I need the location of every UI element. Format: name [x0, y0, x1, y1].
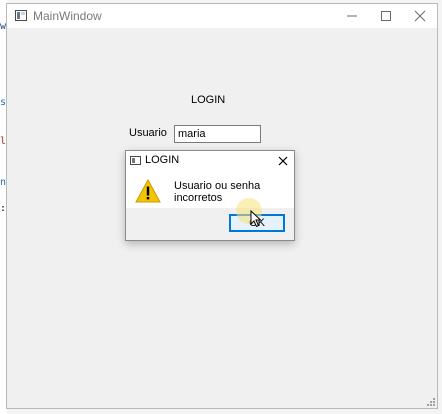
login-heading: LOGIN [191, 94, 226, 106]
warning-icon [135, 179, 161, 203]
dialog-window-icon [130, 156, 141, 165]
maximize-icon [381, 11, 391, 21]
dialog-close-button[interactable] [274, 151, 292, 170]
dialog-message: Usuario ou senha incorretos [174, 180, 261, 204]
close-icon [278, 156, 288, 166]
close-icon [414, 10, 426, 22]
usuario-input[interactable] [174, 125, 261, 143]
window-title: MainWindow [33, 9, 102, 23]
dialog-title: LOGIN [145, 154, 180, 166]
dialog-button-bar: OK [126, 208, 294, 240]
app-window-icon [15, 10, 27, 21]
error-dialog: LOGIN Usuario ou senha incorretos OK [125, 150, 295, 241]
title-bar[interactable]: MainWindow [7, 4, 437, 28]
maximize-button[interactable] [369, 4, 403, 28]
resize-grip[interactable] [425, 396, 435, 406]
usuario-label: Usuario [129, 127, 167, 139]
mouse-cursor-icon [250, 210, 262, 228]
close-button[interactable] [403, 4, 437, 28]
minimize-button[interactable] [335, 4, 369, 28]
minimize-icon [347, 15, 357, 17]
dialog-title-bar[interactable]: LOGIN [126, 151, 294, 170]
